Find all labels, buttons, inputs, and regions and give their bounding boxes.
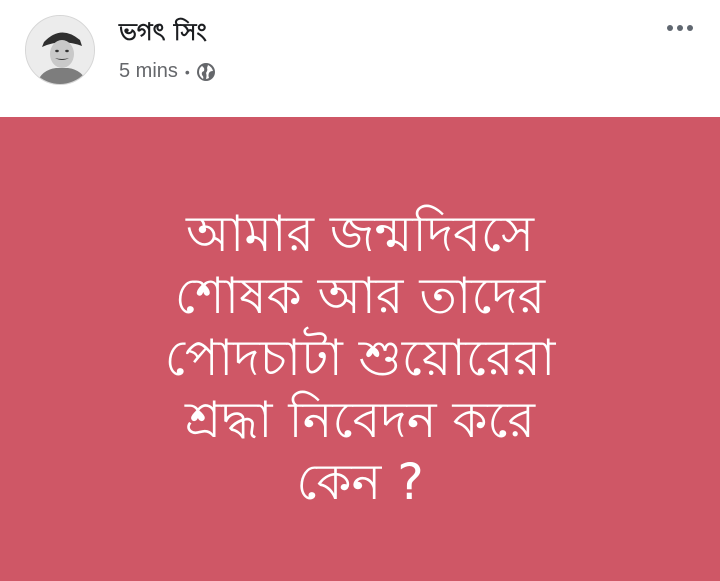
avatar[interactable] [25, 15, 95, 85]
dot-icon [677, 25, 683, 31]
post-meta: 5 mins • [119, 60, 216, 83]
facebook-post: ভগৎ সিং 5 mins • আমার জন্মদিবসে শোষক আর … [0, 0, 720, 581]
post-text-line: আমার জন্মদিবসে [185, 205, 535, 263]
post-header: ভগৎ সিং 5 mins • [0, 0, 720, 117]
post-text-line: শ্রদ্ধা নিবেদন করে [184, 391, 536, 449]
post-body: আমার জন্মদিবসে শোষক আর তাদের পোদচাটা শুয… [0, 117, 720, 581]
post-text: আমার জন্মদিবসে শোষক আর তাদের পোদচাটা শুয… [40, 203, 680, 513]
post-text-line: পোদচাটা শুয়োরেরা [164, 329, 556, 387]
dot-icon [687, 25, 693, 31]
post-text-line: কেন ? [296, 453, 424, 511]
post-time[interactable]: 5 mins [119, 60, 178, 83]
author-name[interactable]: ভগৎ সিং [119, 14, 207, 54]
post-text-line: শোষক আর তাদের [174, 267, 546, 325]
profile-photo-icon [26, 16, 94, 84]
dot-icon [667, 25, 673, 31]
more-options-icon[interactable] [662, 16, 698, 40]
meta-separator: • [184, 63, 190, 80]
globe-icon[interactable] [196, 62, 216, 82]
